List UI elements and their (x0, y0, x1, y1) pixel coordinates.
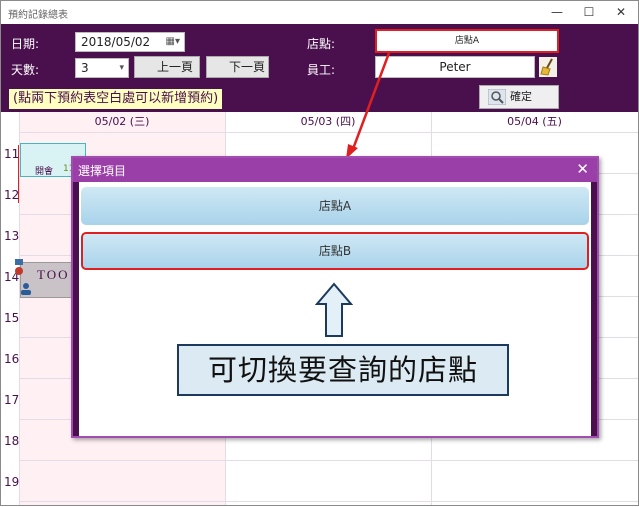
dialog-close-icon[interactable]: ✕ (576, 160, 589, 178)
dialog-border (591, 182, 597, 436)
store-option-a[interactable]: 店點A (81, 187, 589, 225)
select-item-dialog: 選擇項目 ✕ 店點A 店點B 可切換要查詢的店點 (71, 156, 599, 438)
arrow-up-icon (315, 282, 353, 337)
dialog-header: 選擇項目 ✕ (73, 158, 597, 182)
store-option-b[interactable]: 店點B (81, 232, 589, 270)
dialog-border (73, 182, 79, 436)
dialog-title: 選擇項目 (78, 164, 127, 178)
annotation-callout: 可切換要查詢的店點 (177, 344, 509, 396)
app-window: 預約記錄總表 — ☐ ✕ 日期: 2018/05/02 ▦▾ 天數: 3 ▾ 上… (0, 0, 639, 506)
